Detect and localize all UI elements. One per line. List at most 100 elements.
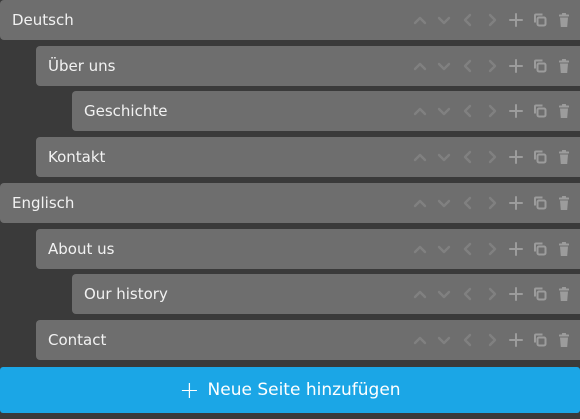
duplicate-button[interactable] (528, 99, 552, 123)
page-label: About us (48, 239, 115, 258)
move-down-button[interactable] (432, 99, 456, 123)
indent-button[interactable] (480, 282, 504, 306)
chevron-up-icon (412, 103, 428, 119)
copy-icon (532, 286, 548, 302)
outdent-button[interactable] (456, 99, 480, 123)
tree-row[interactable]: Geschichte (72, 91, 580, 132)
plus-icon (508, 12, 524, 28)
move-up-button[interactable] (408, 282, 432, 306)
add-subpage-button[interactable] (504, 282, 528, 306)
indent-button[interactable] (480, 191, 504, 215)
chevron-left-icon (460, 58, 476, 74)
move-up-button[interactable] (408, 54, 432, 78)
outdent-button[interactable] (456, 145, 480, 169)
outdent-button[interactable] (456, 237, 480, 261)
chevron-up-icon (412, 12, 428, 28)
plus-icon (508, 103, 524, 119)
indent-button[interactable] (480, 8, 504, 32)
outdent-button[interactable] (456, 191, 480, 215)
trash-icon (556, 195, 572, 211)
move-up-button[interactable] (408, 328, 432, 352)
copy-icon (532, 241, 548, 257)
indent-button[interactable] (480, 145, 504, 169)
delete-button[interactable] (552, 54, 576, 78)
delete-button[interactable] (552, 145, 576, 169)
indent-button[interactable] (480, 328, 504, 352)
tree-row[interactable]: Kontakt (36, 137, 580, 178)
chevron-up-icon (412, 195, 428, 211)
delete-button[interactable] (552, 328, 576, 352)
trash-icon (556, 149, 572, 165)
add-subpage-button[interactable] (504, 145, 528, 169)
delete-button[interactable] (552, 8, 576, 32)
add-subpage-button[interactable] (504, 54, 528, 78)
delete-button[interactable] (552, 191, 576, 215)
indent-button[interactable] (480, 99, 504, 123)
trash-icon (556, 241, 572, 257)
indent-button[interactable] (480, 54, 504, 78)
copy-icon (532, 332, 548, 348)
duplicate-button[interactable] (528, 282, 552, 306)
trash-icon (556, 58, 572, 74)
copy-icon (532, 58, 548, 74)
move-up-button[interactable] (408, 237, 432, 261)
add-subpage-button[interactable] (504, 8, 528, 32)
row-actions (408, 99, 576, 123)
row-actions (408, 8, 576, 32)
move-down-button[interactable] (432, 282, 456, 306)
duplicate-button[interactable] (528, 191, 552, 215)
move-up-button[interactable] (408, 8, 432, 32)
duplicate-button[interactable] (528, 328, 552, 352)
move-up-button[interactable] (408, 99, 432, 123)
add-page-button[interactable]: + Neue Seite hinzufügen (0, 367, 580, 413)
delete-button[interactable] (552, 237, 576, 261)
move-down-button[interactable] (432, 8, 456, 32)
outdent-button[interactable] (456, 8, 480, 32)
add-subpage-button[interactable] (504, 237, 528, 261)
delete-button[interactable] (552, 282, 576, 306)
move-down-button[interactable] (432, 237, 456, 261)
row-actions (408, 145, 576, 169)
plus-icon (508, 241, 524, 257)
chevron-down-icon (436, 149, 452, 165)
row-actions (408, 282, 576, 306)
move-up-button[interactable] (408, 145, 432, 169)
chevron-right-icon (484, 195, 500, 211)
move-down-button[interactable] (432, 145, 456, 169)
indent-button[interactable] (480, 237, 504, 261)
page-label: Our history (84, 285, 168, 304)
add-subpage-button[interactable] (504, 99, 528, 123)
move-down-button[interactable] (432, 191, 456, 215)
outdent-button[interactable] (456, 282, 480, 306)
tree-row[interactable]: Über uns (36, 45, 580, 86)
trash-icon (556, 12, 572, 28)
duplicate-button[interactable] (528, 237, 552, 261)
chevron-up-icon (412, 286, 428, 302)
plus-icon: + (179, 376, 200, 404)
delete-button[interactable] (552, 99, 576, 123)
move-down-button[interactable] (432, 328, 456, 352)
copy-icon (532, 195, 548, 211)
duplicate-button[interactable] (528, 8, 552, 32)
plus-icon (508, 58, 524, 74)
tree-row[interactable]: Englisch (0, 182, 580, 223)
duplicate-button[interactable] (528, 145, 552, 169)
chevron-left-icon (460, 149, 476, 165)
duplicate-button[interactable] (528, 54, 552, 78)
plus-icon (508, 149, 524, 165)
chevron-left-icon (460, 241, 476, 257)
add-subpage-button[interactable] (504, 191, 528, 215)
add-subpage-button[interactable] (504, 328, 528, 352)
tree-row[interactable]: Deutsch (0, 0, 580, 40)
tree-row[interactable]: Our history (72, 274, 580, 315)
move-up-button[interactable] (408, 191, 432, 215)
chevron-down-icon (436, 241, 452, 257)
outdent-button[interactable] (456, 328, 480, 352)
chevron-right-icon (484, 103, 500, 119)
tree-row[interactable]: About us (36, 228, 580, 269)
chevron-right-icon (484, 332, 500, 348)
tree-row[interactable]: Contact (36, 319, 580, 360)
move-down-button[interactable] (432, 54, 456, 78)
outdent-button[interactable] (456, 54, 480, 78)
chevron-up-icon (412, 241, 428, 257)
